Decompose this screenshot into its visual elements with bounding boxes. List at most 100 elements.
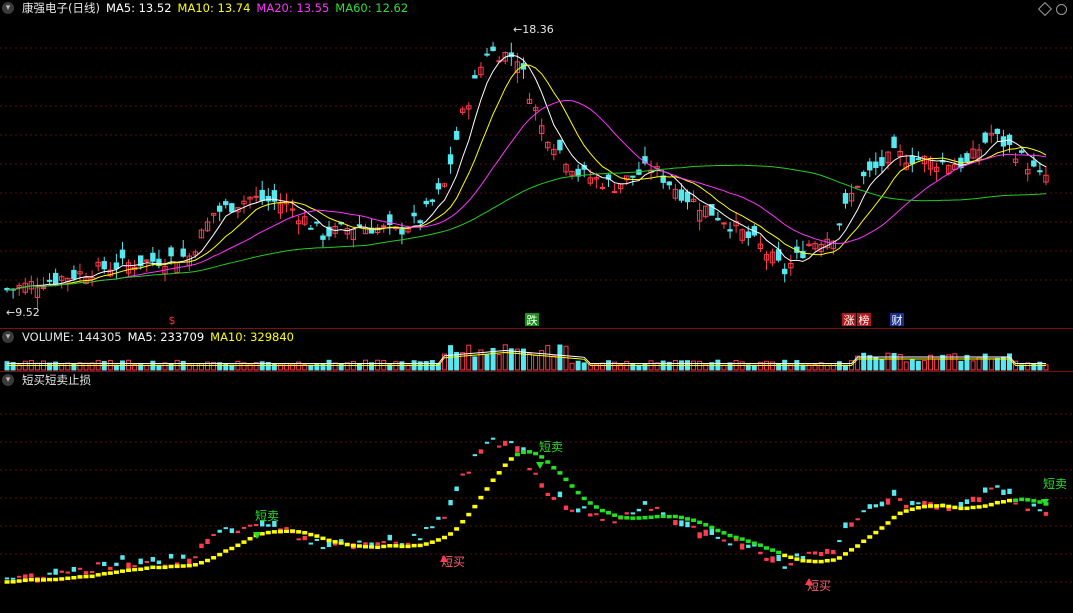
stop-line-segment <box>739 537 745 541</box>
stop-line-segment <box>460 519 466 524</box>
indicator-bar <box>843 522 848 529</box>
indicator-bar <box>697 532 702 539</box>
candle-body <box>453 130 460 140</box>
volume-bar <box>928 354 934 371</box>
candle-body <box>113 262 120 270</box>
stop-line-segment <box>338 541 344 545</box>
stop-line-segment <box>587 501 593 505</box>
stop-line-segment <box>581 496 587 501</box>
candle-body <box>599 186 606 189</box>
stop-line-segment <box>545 460 551 464</box>
candle-body <box>52 272 59 285</box>
candlestick-chart[interactable]: ←18.36 ←9.52 $ 跌 涨榜 财 <box>0 0 1073 328</box>
volume-bar <box>642 363 648 371</box>
indicator-bar <box>654 506 660 509</box>
indicator-bar <box>193 556 198 559</box>
event-marker: 榜 <box>859 313 870 327</box>
stop-line-segment <box>271 530 277 534</box>
stop-line-segment <box>982 504 988 508</box>
stop-line-segment <box>95 573 101 577</box>
volume-bar <box>545 345 551 371</box>
stop-line-segment <box>855 544 861 548</box>
indicator-bar <box>187 558 192 565</box>
stop-line-segment <box>71 575 77 580</box>
stop-line-segment <box>47 577 53 582</box>
stop-line-segment <box>484 487 490 491</box>
volume-bar <box>332 362 338 371</box>
stop-line-segment <box>909 507 915 512</box>
candle-body <box>216 205 223 212</box>
indicator-bar <box>381 541 386 544</box>
candle-body <box>101 261 107 270</box>
stop-line-segment <box>782 553 788 558</box>
indicator-bar <box>47 572 52 575</box>
stop-line-segment <box>490 478 496 482</box>
stop-line-segment <box>697 520 703 525</box>
indicator-bar <box>630 512 636 515</box>
stop-line-segment <box>40 578 46 582</box>
volume-bar <box>290 363 296 371</box>
stop-line-segment <box>496 471 502 475</box>
stop-line-segment <box>1031 499 1037 503</box>
candle-body <box>399 228 405 235</box>
indicator-bar <box>430 526 435 529</box>
stop-line-segment <box>119 569 125 573</box>
stop-line-segment <box>132 567 138 572</box>
stop-line-segment <box>654 514 660 519</box>
volume-bar <box>527 353 533 371</box>
indicator-bar <box>776 555 781 562</box>
event-marker: $ <box>169 314 176 327</box>
stop-line-segment <box>375 545 381 549</box>
stop-line-segment <box>763 546 769 550</box>
indicator-bar <box>199 543 204 549</box>
candle-body <box>782 268 788 275</box>
stop-line-segment <box>423 542 429 546</box>
volume-bar <box>466 344 472 371</box>
indicator-bar <box>326 541 332 548</box>
indicator-bar <box>825 548 830 554</box>
candle-body <box>745 231 751 239</box>
stop-line-segment <box>879 526 885 530</box>
indicator-bar <box>284 527 289 530</box>
indicator-bar <box>642 501 648 505</box>
stop-line-segment <box>812 559 818 564</box>
indicator-bar <box>4 577 10 580</box>
stop-line-segment <box>672 514 678 519</box>
indicator-bar <box>1043 511 1049 516</box>
volume-bar <box>994 357 1000 371</box>
ma10-line <box>6 64 1047 291</box>
indicator-panel[interactable]: ▾ 短买短卖止损 短卖 短卖 短卖 短买 短买 <box>0 372 1073 613</box>
indicator-bar <box>138 558 143 565</box>
candle-body <box>867 161 873 171</box>
volume-bar <box>958 360 964 371</box>
volume-bar <box>569 362 575 371</box>
indicator-bar <box>83 571 89 575</box>
indicator-bar <box>472 454 478 457</box>
indicator-bar <box>387 534 392 541</box>
indicator-bar <box>466 471 471 474</box>
stop-line-segment <box>107 571 113 575</box>
indicator-bar <box>910 500 915 506</box>
indicator-bar <box>557 491 563 498</box>
indicator-bar <box>721 539 727 542</box>
stop-line-segment <box>174 564 180 568</box>
stop-line-segment <box>247 536 253 541</box>
indicator-bar <box>976 497 982 503</box>
stop-line-segment <box>514 452 520 457</box>
indicator-chart[interactable]: 短卖短卖短卖短买短买 <box>0 372 1073 613</box>
price-chart-panel[interactable]: ▾ 康强电子(日线) MA5: 13.52 MA10: 13.74 MA20: … <box>0 0 1073 328</box>
stop-line-segment <box>83 574 89 579</box>
stop-line-segment <box>1025 498 1031 502</box>
indicator-bar <box>442 516 447 519</box>
indicator-bar <box>983 487 988 493</box>
stop-line-segment <box>186 563 192 568</box>
volume-bar <box>284 362 290 371</box>
volume-panel[interactable]: ▾ VOLUME: 144305 MA5: 233709 MA10: 32984… <box>0 329 1073 371</box>
stop-line-segment <box>520 450 526 454</box>
volume-bars[interactable] <box>0 329 1073 371</box>
volume-bar <box>247 363 253 371</box>
indicator-bar <box>545 492 550 497</box>
indicator-bar <box>126 562 131 569</box>
indicator-bar <box>964 499 970 504</box>
indicator-bar <box>867 504 872 509</box>
